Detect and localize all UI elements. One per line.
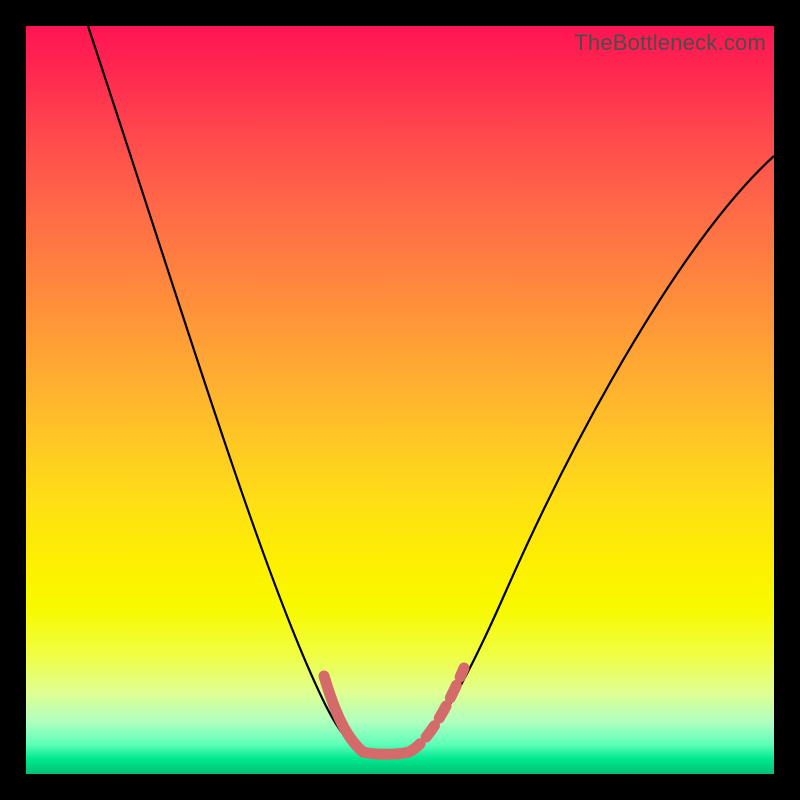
series-highlight-bottom (363, 752, 409, 754)
series-left-arm (88, 26, 363, 752)
chart-svg (26, 26, 774, 774)
chart-plot-area: TheBottleneck.com (26, 26, 774, 774)
series-highlight-right (409, 668, 464, 752)
